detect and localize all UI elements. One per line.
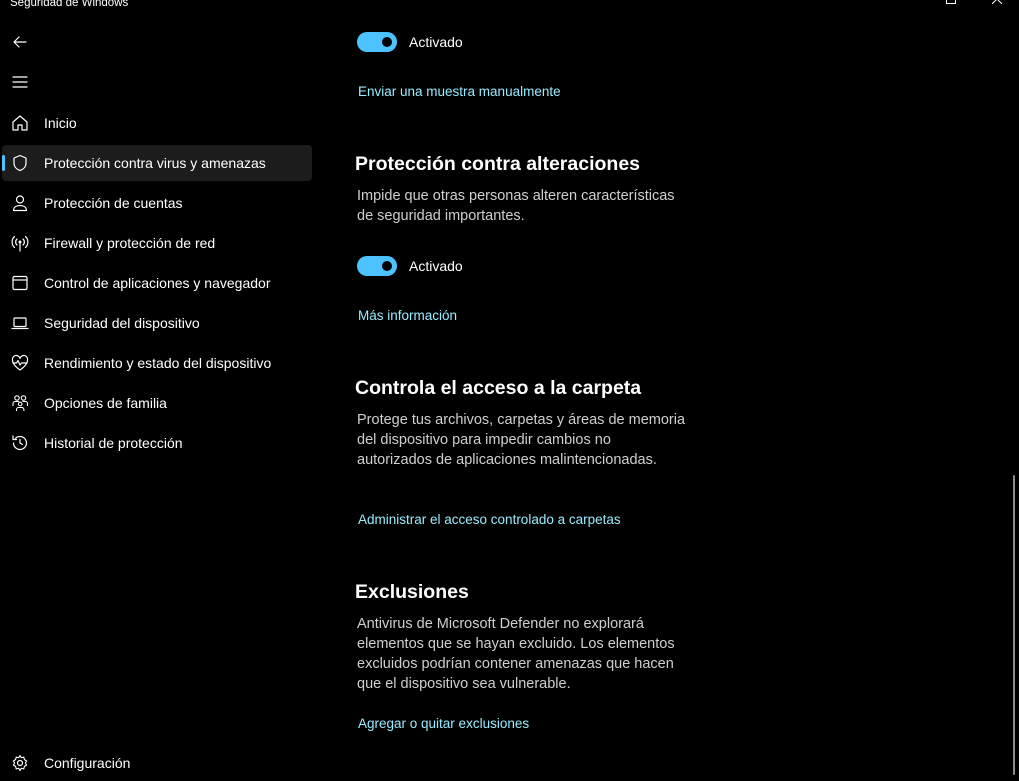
sidebar-item-account-protection[interactable]: Protección de cuentas (2, 185, 312, 221)
home-icon (10, 113, 30, 133)
cloud-sample-toggle[interactable]: Activado (357, 31, 463, 53)
exclusions-description: Antivirus de Microsoft Defender no explo… (357, 616, 675, 692)
scrollbar-thumb[interactable] (1013, 475, 1015, 775)
toggle-label: Activado (409, 258, 463, 274)
laptop-icon (10, 313, 30, 333)
sidebar-item-virus-protection[interactable]: Protección contra virus y amenazas (2, 145, 312, 181)
back-arrow-icon (13, 36, 27, 48)
sidebar-item-device-security[interactable]: Seguridad del dispositivo (2, 305, 312, 341)
person-icon (10, 193, 30, 213)
menu-button[interactable] (10, 72, 30, 92)
sidebar-item-app-browser-control[interactable]: Control de aplicaciones y navegador (2, 265, 312, 301)
family-icon (10, 393, 30, 413)
toggle-label: Activado (409, 34, 463, 50)
toggle-switch[interactable] (357, 256, 397, 276)
sidebar-item-home[interactable]: Inicio (2, 105, 312, 141)
sidebar-item-protection-history[interactable]: Historial de protección (2, 425, 312, 461)
submit-sample-link[interactable]: Enviar una muestra manualmente (358, 84, 561, 99)
antenna-icon (10, 233, 30, 253)
selection-indicator (2, 155, 5, 171)
sidebar-item-label: Rendimiento y estado del dispositivo (44, 355, 272, 371)
main-content: Activado Enviar una muestra manualmente … (320, 0, 1019, 781)
sidebar-item-label: Seguridad del dispositivo (44, 315, 200, 331)
sidebar: Inicio Protección contra virus y amenaza… (0, 0, 320, 781)
folder-access-title: Controla el acceso a la carpeta (355, 377, 642, 399)
tamper-protection-title: Protección contra alteraciones (355, 153, 641, 175)
sidebar-item-firewall[interactable]: Firewall y protección de red (2, 225, 312, 261)
sidebar-item-label: Control de aplicaciones y navegador (44, 275, 271, 291)
sidebar-item-label: Historial de protección (44, 435, 183, 451)
sidebar-item-label: Firewall y protección de red (44, 235, 216, 251)
tamper-protection-description: Impide que otras personas alteren caract… (357, 188, 675, 224)
more-info-link[interactable]: Más información (358, 308, 457, 323)
sidebar-item-label: Configuración (44, 755, 131, 771)
tamper-protection-toggle[interactable]: Activado (357, 255, 463, 277)
toggle-knob (382, 37, 392, 47)
sidebar-item-label: Protección contra virus y amenazas (44, 155, 266, 171)
shield-icon (10, 153, 30, 173)
app-window-icon (10, 273, 30, 293)
add-remove-exclusions-link[interactable]: Agregar o quitar exclusiones (358, 716, 529, 731)
manage-folder-access-link[interactable]: Administrar el acceso controlado a carpe… (358, 512, 621, 527)
sidebar-item-label: Protección de cuentas (44, 195, 183, 211)
sidebar-item-family-options[interactable]: Opciones de familia (2, 385, 312, 421)
toggle-switch[interactable] (357, 32, 397, 52)
folder-access-description: Protege tus archivos, carpetas y áreas d… (357, 412, 686, 468)
exclusions-title: Exclusiones (355, 581, 469, 603)
toggle-knob (382, 261, 392, 271)
sidebar-item-device-performance[interactable]: Rendimiento y estado del dispositivo (2, 345, 312, 381)
sidebar-item-settings[interactable]: Configuración (2, 745, 312, 781)
hamburger-menu-icon (12, 76, 28, 88)
gear-icon (10, 753, 30, 773)
sidebar-item-label: Inicio (44, 115, 77, 131)
back-button[interactable] (10, 32, 30, 52)
history-icon (10, 433, 30, 453)
heart-pulse-icon (10, 353, 30, 373)
sidebar-item-label: Opciones de familia (44, 395, 167, 411)
